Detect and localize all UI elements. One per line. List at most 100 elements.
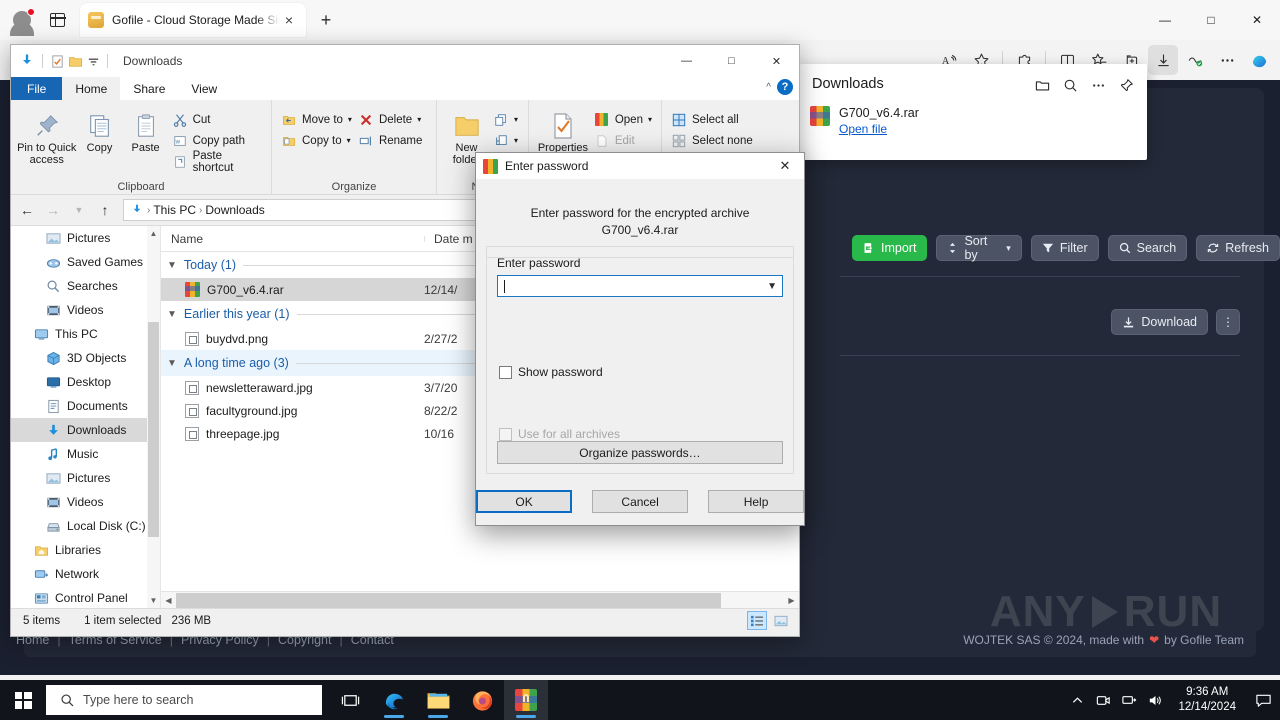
downloads-icon[interactable]	[1148, 45, 1178, 75]
nav-item-local-disk-c[interactable]: Local Disk (C:)	[11, 514, 160, 538]
explorer-title-bar[interactable]: Downloads — □ ✕	[11, 45, 799, 77]
chevron-down-icon[interactable]: ▼	[167, 260, 177, 271]
chevron-down-icon[interactable]: ▼	[767, 281, 777, 292]
open-file-link[interactable]: Open file	[839, 122, 887, 136]
nav-pane-scrollbar[interactable]: ▲ ▼	[147, 226, 160, 608]
new-item-button[interactable]: ▾	[490, 110, 522, 129]
nav-item-desktop[interactable]: Desktop	[11, 370, 160, 394]
screen-record-icon[interactable]	[1090, 680, 1116, 720]
settings-more-icon[interactable]	[1212, 45, 1242, 75]
nav-item-3d-objects[interactable]: 3D Objects	[11, 346, 160, 370]
more-options-button[interactable]: ⋮	[1216, 309, 1240, 335]
recent-locations-icon[interactable]: ▼	[67, 198, 91, 222]
volume-icon[interactable]	[1142, 680, 1168, 720]
column-header-name[interactable]: Name	[161, 232, 424, 246]
pin-icon[interactable]	[1113, 72, 1139, 98]
nav-item-control-panel[interactable]: Control Panel	[11, 586, 160, 608]
nav-item-this-pc[interactable]: This PC	[11, 322, 160, 346]
details-view-button[interactable]	[747, 611, 767, 630]
tab-share[interactable]: Share	[120, 77, 178, 100]
scroll-right-arrow[interactable]: ▶	[784, 592, 799, 608]
close-button[interactable]: ✕	[1234, 0, 1280, 40]
nav-item-pictures[interactable]: Pictures	[11, 226, 160, 250]
taskbar-edge[interactable]	[372, 680, 416, 720]
delete-button[interactable]: Delete ▾	[355, 110, 430, 129]
large-icons-view-button[interactable]	[771, 611, 791, 630]
scroll-down-arrow[interactable]: ▼	[147, 593, 160, 608]
file-list-horizontal-scrollbar[interactable]: ◀ ▶	[161, 591, 799, 608]
chevron-up-icon[interactable]: ^	[766, 82, 771, 93]
new-tab-button[interactable]: +	[312, 6, 340, 34]
tab-view[interactable]: View	[178, 77, 230, 100]
nav-item-documents[interactable]: Documents	[11, 394, 160, 418]
scroll-left-arrow[interactable]: ◀	[161, 592, 176, 608]
taskbar-firefox[interactable]	[460, 680, 504, 720]
taskbar-search-box[interactable]: Type here to search	[46, 685, 322, 715]
tab-actions-icon[interactable]	[42, 5, 72, 35]
minimize-button[interactable]: —	[664, 45, 709, 77]
search-button[interactable]: Search	[1107, 235, 1188, 261]
scrollbar-thumb[interactable]	[148, 322, 159, 537]
dialog-title-bar[interactable]: Enter password ✕	[476, 153, 804, 179]
nav-item-pictures-2[interactable]: Pictures	[11, 466, 160, 490]
maximize-button[interactable]: □	[709, 45, 754, 77]
task-view-button[interactable]	[328, 680, 372, 720]
up-arrow-icon[interactable]: ↑	[93, 198, 117, 222]
select-none-button[interactable]: Select none	[668, 131, 756, 150]
tab-home[interactable]: Home	[62, 77, 121, 100]
browser-tab[interactable]: Gofile - Cloud Storage Made Sim ×	[80, 3, 306, 37]
ok-button[interactable]: OK	[476, 490, 573, 513]
breadcrumb-this-pc[interactable]: This PC	[153, 203, 196, 217]
minimize-button[interactable]: —	[1142, 0, 1188, 40]
organize-passwords-button[interactable]: Organize passwords…	[497, 441, 783, 464]
more-options-icon[interactable]	[1085, 72, 1111, 98]
copilot-icon[interactable]	[1244, 45, 1274, 75]
nav-item-music[interactable]: Music	[11, 442, 160, 466]
nav-item-network[interactable]: Network	[11, 562, 160, 586]
taskbar-clock[interactable]: 9:36 AM 12/14/2024	[1168, 685, 1246, 715]
import-button[interactable]: Import	[852, 235, 928, 261]
scroll-up-arrow[interactable]: ▲	[147, 226, 160, 241]
copy-to-button[interactable]: Copy to ▾	[278, 131, 355, 150]
download-item[interactable]: G700_v6.4.rar Open file	[810, 106, 1137, 136]
copy-path-button[interactable]: w Copy path	[169, 131, 265, 150]
chevron-down-icon[interactable]: ▼	[167, 358, 177, 369]
network-icon[interactable]	[1116, 680, 1142, 720]
search-icon[interactable]	[1057, 72, 1083, 98]
nav-item-videos[interactable]: Videos	[11, 298, 160, 322]
cut-button[interactable]: Cut	[169, 110, 265, 129]
show-password-checkbox-row[interactable]: Show password	[499, 365, 603, 379]
open-button[interactable]: Open ▾	[591, 110, 655, 129]
nav-item-libraries[interactable]: Libraries	[11, 538, 160, 562]
rename-button[interactable]: Rename	[355, 131, 430, 150]
tab-file[interactable]: File	[11, 77, 63, 100]
show-hidden-icons[interactable]	[1064, 680, 1090, 720]
help-button[interactable]: Help	[708, 490, 804, 513]
nav-item-saved-games[interactable]: Saved Games	[11, 250, 160, 274]
move-to-button[interactable]: Move to ▾	[278, 110, 355, 129]
help-button[interactable]: ?	[777, 79, 793, 95]
open-folder-icon[interactable]	[1029, 72, 1055, 98]
close-icon[interactable]: ×	[280, 11, 298, 29]
properties-icon[interactable]	[48, 52, 66, 70]
show-password-checkbox[interactable]	[499, 365, 512, 379]
download-button[interactable]: Download	[1111, 309, 1208, 335]
nav-item-downloads[interactable]: Downloads	[11, 418, 160, 442]
customize-qat-icon[interactable]	[84, 52, 102, 70]
chevron-down-icon[interactable]: ▼	[167, 309, 177, 320]
close-button[interactable]: ✕	[754, 45, 799, 77]
new-folder-icon[interactable]	[66, 52, 84, 70]
password-input[interactable]: ▼	[497, 275, 783, 297]
filter-button[interactable]: Filter	[1030, 235, 1099, 261]
select-all-button[interactable]: Select all	[668, 110, 756, 129]
scrollbar-thumb[interactable]	[176, 593, 721, 608]
easy-access-button[interactable]: ▾	[490, 131, 522, 150]
taskbar-file-explorer[interactable]	[416, 680, 460, 720]
breadcrumb-downloads[interactable]: Downloads	[205, 203, 264, 217]
profile-avatar-icon[interactable]	[6, 4, 38, 36]
paste-shortcut-button[interactable]: Paste shortcut	[169, 150, 265, 174]
nav-item-searches[interactable]: Searches	[11, 274, 160, 298]
windows-start-icon[interactable]	[0, 680, 46, 720]
action-center-icon[interactable]	[1246, 680, 1280, 720]
refresh-button[interactable]: Refresh	[1196, 235, 1280, 261]
